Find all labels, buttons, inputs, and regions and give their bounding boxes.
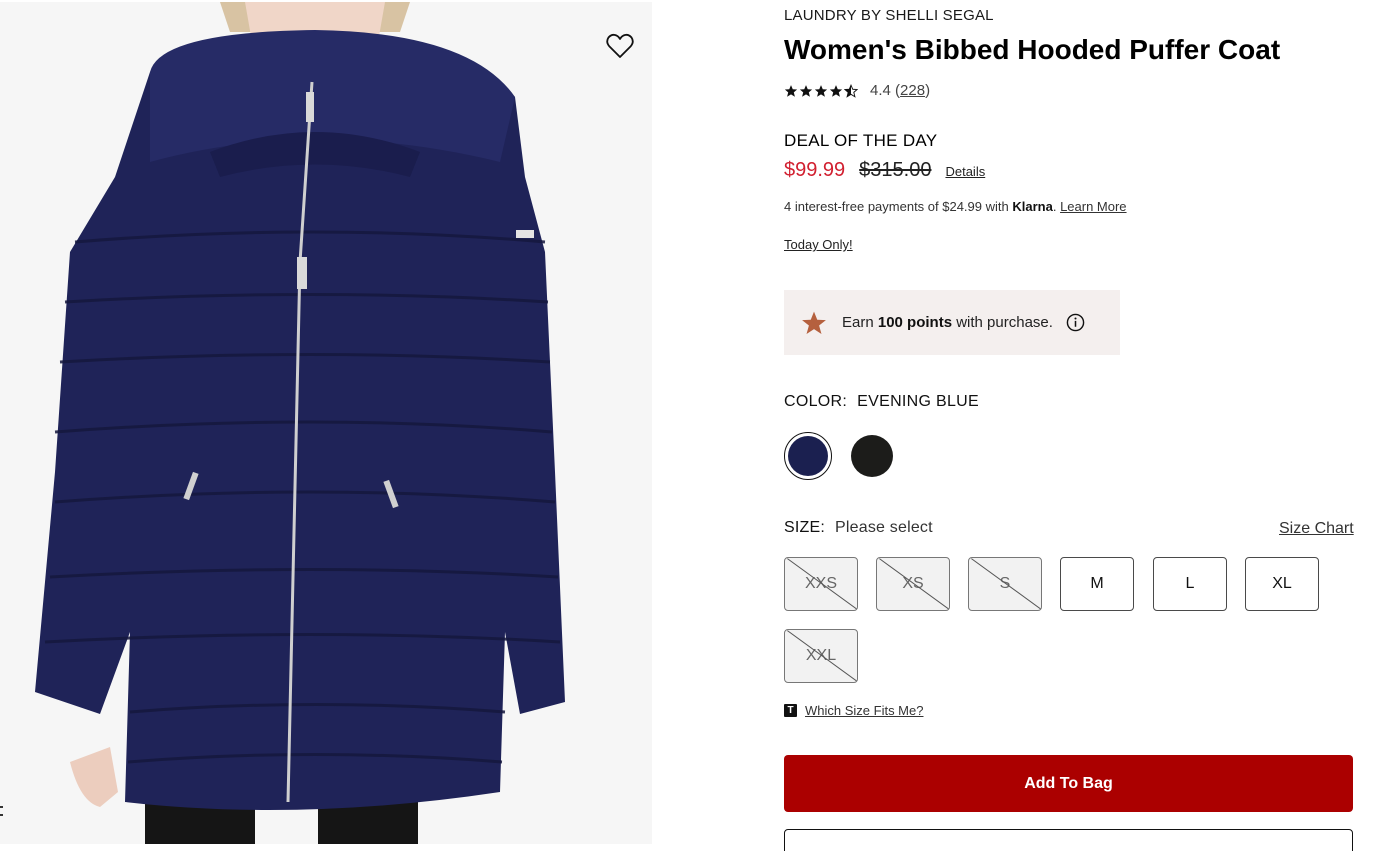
wishlist-button[interactable] <box>604 30 636 62</box>
size-option-s[interactable]: S <box>968 557 1042 611</box>
size-option-xl[interactable]: XL <box>1245 557 1319 611</box>
swatch-color-dot <box>788 436 828 476</box>
klarna-payment-info: 4 interest-free payments of $24.99 with … <box>784 199 1127 214</box>
star-full-icon <box>799 84 813 97</box>
size-chart-link[interactable]: Size Chart <box>1279 520 1354 538</box>
heart-icon <box>606 33 634 58</box>
selected-size-value: Please select <box>835 519 933 536</box>
today-only-link[interactable]: Today Only! <box>784 237 853 252</box>
product-image-panel <box>0 0 652 851</box>
star-full-icon <box>784 84 798 97</box>
size-label: SIZE: <box>784 519 826 536</box>
add-to-bag-button[interactable]: Add To Bag <box>784 755 1353 812</box>
product-rating[interactable]: 4.4 (228) <box>784 82 930 99</box>
price-details-link[interactable]: Details <box>945 164 985 179</box>
size-option-xxs[interactable]: XXS <box>784 557 858 611</box>
star-rewards-icon <box>801 310 827 336</box>
size-option-m[interactable]: M <box>1060 557 1134 611</box>
star-half-icon <box>844 83 858 98</box>
klarna-learn-more-link[interactable]: Learn More <box>1060 199 1126 214</box>
product-brand[interactable]: LAUNDRY BY SHELLI SEGAL <box>784 7 994 24</box>
info-icon[interactable] <box>1066 313 1085 332</box>
price-row: $99.99 $315.00 Details <box>784 159 985 182</box>
size-option-l[interactable]: L <box>1153 557 1227 611</box>
swatch-color-dot <box>851 435 893 477</box>
color-selector-label: COLOR: EVENING BLUE <box>784 393 979 411</box>
points-earn-text: Earn <box>842 314 874 331</box>
rating-value: 4.4 <box>870 82 891 99</box>
loyalty-points-banner: Earn 100 points with purchase. <box>784 290 1120 355</box>
klarna-logo: Klarna <box>1012 199 1053 214</box>
rating-stars <box>784 83 858 98</box>
review-count-link[interactable]: 228 <box>900 82 925 99</box>
size-selector-label: SIZE: Please select <box>784 519 933 537</box>
star-full-icon <box>829 84 843 97</box>
points-suffix: with purchase. <box>956 314 1053 331</box>
fit-predictor[interactable]: T Which Size Fits Me? <box>784 703 923 718</box>
color-swatch-black[interactable] <box>848 432 896 480</box>
color-swatch-evening-blue[interactable] <box>784 432 832 480</box>
secondary-action-button[interactable] <box>784 829 1353 851</box>
carousel-edge-indicator <box>0 800 4 830</box>
klarna-text: 4 interest-free payments of $24.99 with <box>784 199 1013 214</box>
product-title: Women's Bibbed Hooded Puffer Coat <box>784 34 1281 65</box>
sale-price: $99.99 <box>784 159 846 181</box>
rating-close-paren: ) <box>925 82 931 99</box>
points-amount: 100 points <box>877 314 953 331</box>
original-price: $315.00 <box>859 159 932 181</box>
size-option-xs[interactable]: XS <box>876 557 950 611</box>
deal-label: DEAL OF THE DAY <box>784 131 938 150</box>
klarna-period: . <box>1052 199 1061 214</box>
star-full-icon <box>814 84 828 97</box>
size-option-xxl[interactable]: XXL <box>784 629 858 683</box>
which-size-fits-me-link[interactable]: Which Size Fits Me? <box>805 703 923 718</box>
true-fit-icon: T <box>784 704 797 717</box>
product-photo[interactable] <box>0 2 652 844</box>
selected-color-value: EVENING BLUE <box>857 393 980 410</box>
color-label: COLOR: <box>784 393 848 410</box>
